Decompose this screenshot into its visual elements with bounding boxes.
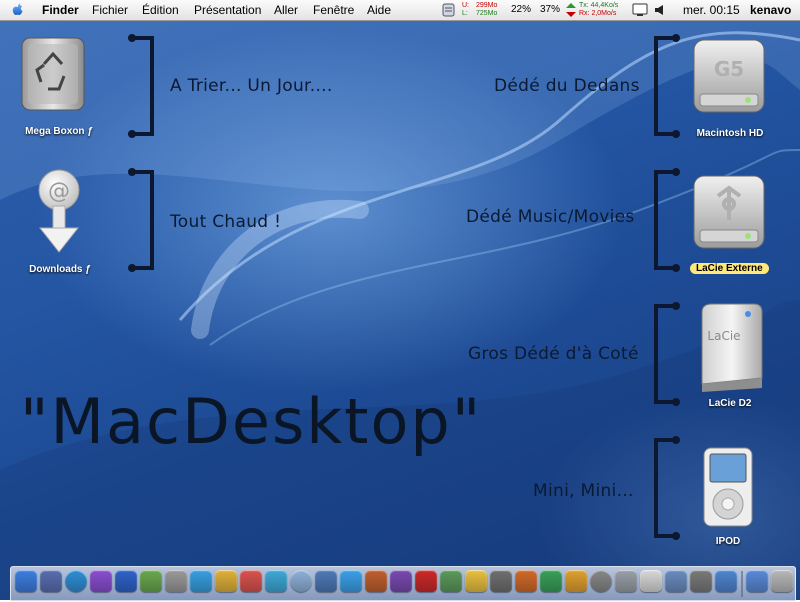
dock-separator [741, 571, 743, 597]
menu-bar: Finder Fichier Édition Présentation Alle… [0, 0, 800, 21]
net-tx: Tx: 44,4Ko/s [579, 2, 619, 9]
right-bracket-2 [654, 168, 680, 272]
dock-safari-icon[interactable] [65, 570, 87, 592]
menu-aide[interactable]: Aide [367, 3, 391, 17]
lacie-d2-label: LaCie D2 [708, 398, 752, 409]
dock-grid-icon[interactable] [440, 570, 462, 592]
dock-icolor-icon[interactable] [365, 570, 387, 592]
ipod-label: IPOD [715, 536, 741, 547]
display-icon[interactable] [632, 3, 648, 17]
cpu-load-1[interactable]: 22% [511, 4, 531, 15]
dock-widget-icon[interactable] [565, 570, 587, 592]
dock-itunes-icon[interactable] [265, 570, 287, 592]
dock [10, 566, 796, 602]
lacie-d2-icon: LaCie [701, 303, 763, 392]
downloads-arrow-icon: @ [38, 169, 80, 253]
dock-aperture-icon[interactable] [590, 570, 612, 592]
downloads-folder[interactable]: @ Downloads ƒ [20, 168, 100, 278]
dock-photo-icon[interactable] [665, 570, 687, 592]
dock-trash-icon[interactable] [771, 570, 793, 592]
dock-system-prefs-icon[interactable] [690, 570, 712, 592]
desktop[interactable]: A Trier... Un Jour.... Tout Chaud ! Dédé… [0, 0, 800, 600]
dock-ical-icon[interactable] [240, 570, 262, 592]
mega-boxon-label: Mega Boxon ƒ [25, 126, 93, 137]
menu-fichier[interactable]: Fichier [92, 3, 128, 17]
dock-apps-folder-icon[interactable] [715, 570, 737, 592]
label-dede-du-dedans: Dédé du Dedans [494, 76, 640, 96]
network-arrows-icon [566, 3, 576, 17]
macintosh-hd-label: Macintosh HD [696, 128, 764, 139]
label-a-trier: A Trier... Un Jour.... [170, 76, 333, 96]
lacie-externe-label: LaCie Externe [690, 263, 769, 274]
left-bracket-2 [128, 168, 154, 272]
dock-preview-icon[interactable] [340, 570, 362, 592]
mem-u-value: 299Mo [476, 2, 498, 9]
dock-apple-icon[interactable] [615, 570, 637, 592]
left-bracket-1 [128, 34, 154, 138]
menu-aller[interactable]: Aller [274, 3, 298, 17]
dock-finder-icon[interactable] [15, 570, 37, 592]
dock-game-icon[interactable] [390, 570, 412, 592]
right-bracket-1 [654, 34, 680, 138]
dock-notes-icon[interactable] [640, 570, 662, 592]
right-bracket-4 [654, 436, 680, 540]
lacie-externe-drive[interactable]: LaCie Externe [690, 172, 770, 282]
label-mini-mini: Mini, Mini... [533, 481, 634, 501]
label-gros-dede: Gros Dédé d'à Coté [468, 344, 639, 364]
dock-chess-icon[interactable] [515, 570, 537, 592]
dock-dashboard-icon[interactable] [40, 570, 62, 592]
dock-ichat-icon[interactable] [215, 570, 237, 592]
dock-magnet-icon[interactable] [415, 570, 437, 592]
menu-clock[interactable]: mer. 00:15 [683, 3, 740, 17]
mega-boxon-folder[interactable]: Mega Boxon ƒ [14, 32, 94, 142]
volume-icon[interactable] [654, 4, 666, 16]
lacie-badge: LaCie [707, 329, 740, 343]
dock-iphoto-icon[interactable] [315, 570, 337, 592]
menu-finder[interactable]: Finder [42, 3, 79, 17]
dock-documents-folder-icon[interactable] [746, 570, 768, 592]
firewire-drive-icon [693, 175, 765, 249]
right-bracket-3 [654, 302, 680, 406]
mac-tower-icon [21, 37, 85, 111]
script-menu-icon[interactable] [442, 2, 456, 18]
menu-user[interactable]: kenavo [750, 3, 791, 17]
ipod-device[interactable]: IPOD [700, 446, 770, 556]
label-tout-chaud: Tout Chaud ! [170, 212, 282, 232]
menu-fenetre[interactable]: Fenêtre [313, 3, 354, 17]
cpu-load-2[interactable]: 37% [540, 4, 560, 15]
downloads-label: Downloads ƒ [29, 264, 91, 275]
mem-l-label: L: [462, 10, 468, 17]
net-rx: Rx: 2,0Mo/s [579, 10, 617, 17]
dock-popcorn-icon[interactable] [465, 570, 487, 592]
at-symbol: @ [48, 179, 70, 204]
menu-edition[interactable]: Édition [142, 3, 179, 17]
macintosh-hd-drive[interactable]: G5 Macintosh HD [690, 36, 770, 146]
dock-purple-app-icon[interactable] [90, 570, 112, 592]
dock-word-icon[interactable] [115, 570, 137, 592]
desktop-title: "MacDesktop" [20, 385, 483, 458]
lacie-d2-drive[interactable]: LaCie LaCie D2 [696, 302, 776, 412]
mem-u-label: U: [462, 2, 469, 9]
mem-l-value: 725Mo [476, 10, 498, 17]
hard-drive-icon: G5 [693, 39, 765, 113]
dock-msn-icon[interactable] [190, 570, 212, 592]
dock-calculator-icon[interactable] [490, 570, 512, 592]
label-dede-music-movies: Dédé Music/Movies [466, 207, 635, 227]
menu-presentation[interactable]: Présentation [194, 3, 261, 17]
g5-badge: G5 [714, 57, 744, 81]
dock-phone-icon[interactable] [540, 570, 562, 592]
ipod-icon [703, 447, 753, 527]
dock-weather-icon[interactable] [290, 570, 312, 592]
dock-tool-icon[interactable] [165, 570, 187, 592]
dock-pencil-icon[interactable] [140, 570, 162, 592]
apple-menu-icon[interactable] [10, 2, 26, 18]
